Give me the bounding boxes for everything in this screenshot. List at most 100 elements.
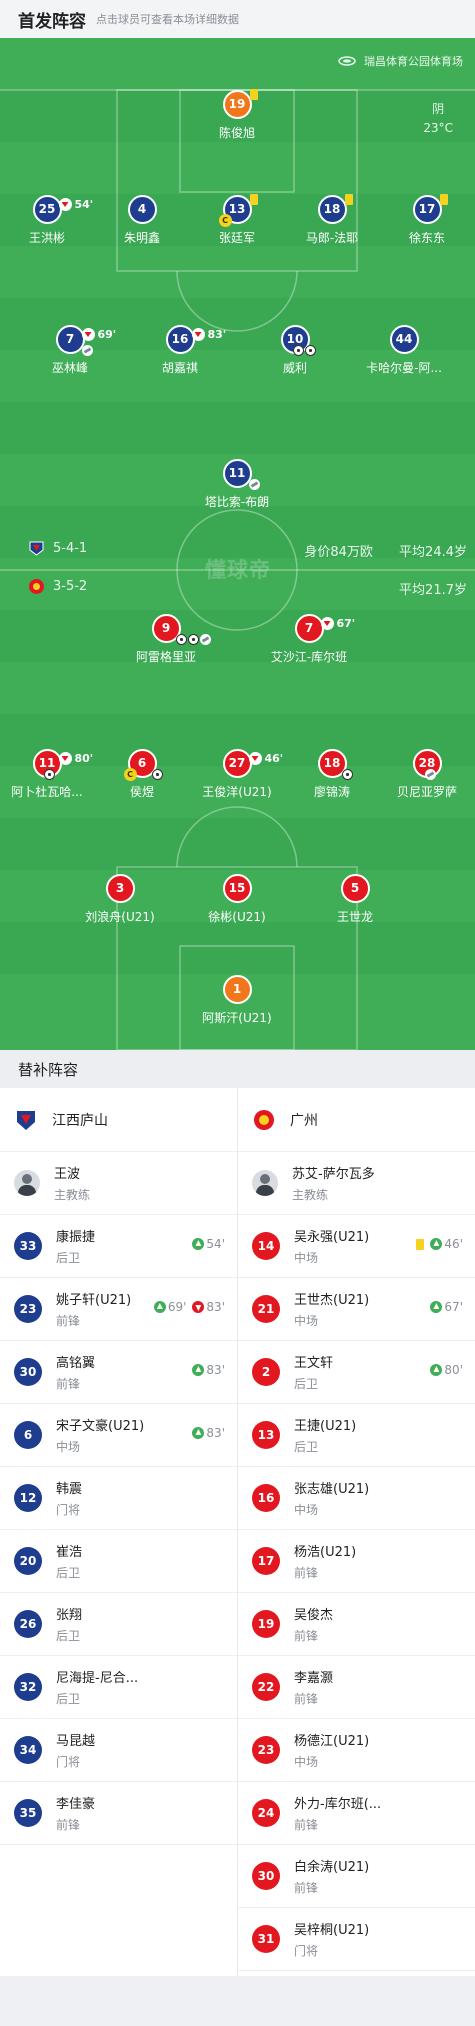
sub-player-row[interactable]: 31 吴梓桐(U21) 门将: [238, 1908, 475, 1971]
shirt-number: 26: [14, 1610, 42, 1638]
player-home-d4[interactable]: 18 马郎-法耶: [282, 194, 382, 246]
player-away-gk[interactable]: 1 阿斯汗(U21): [187, 975, 287, 1026]
team-name: 广州: [290, 1112, 318, 1129]
player-away-d3[interactable]: 5 王世龙: [305, 874, 405, 925]
subs-header: 替补阵容: [0, 1050, 475, 1088]
player-name: 韩震: [56, 1482, 83, 1497]
away-team-badge: [254, 1109, 274, 1130]
player-position: 前锋: [294, 1566, 319, 1580]
player-position: 前锋: [56, 1314, 81, 1328]
home-team-badge: [29, 541, 44, 556]
player-name: 王文轩: [294, 1356, 334, 1371]
player-away-d1[interactable]: 3 刘浪舟(U21): [70, 874, 170, 925]
player-name: 廖锦涛: [313, 785, 350, 799]
home-subs-team[interactable]: 江西庐山: [0, 1088, 237, 1152]
player-position: 中场: [56, 1440, 81, 1454]
sub-out-icon: 83': [191, 322, 226, 347]
shirt-number: 30: [14, 1358, 42, 1386]
sub-player-row[interactable]: 17 杨浩(U21) 前锋: [238, 1530, 475, 1593]
sub-player-row[interactable]: 35 李佳豪 前锋: [0, 1782, 237, 1845]
home-formation-line: 5-4-1: [28, 540, 87, 557]
player-position: 后卫: [294, 1377, 319, 1391]
sub-events: 67': [430, 1300, 463, 1314]
player-name: 杨德江(U21): [294, 1734, 370, 1749]
shirt-number: 19: [252, 1610, 280, 1638]
sub-out-icon: 67': [320, 611, 355, 636]
sub-player-row[interactable]: 12 韩震 门将: [0, 1467, 237, 1530]
sub-player-row[interactable]: 21 王世杰(U21) 中场 67': [238, 1278, 475, 1341]
player-home-gk[interactable]: 19 陈俊旭: [187, 89, 287, 141]
shirt-number: 31: [252, 1925, 280, 1953]
player-away-d2[interactable]: 15 徐彬(U21): [187, 874, 287, 925]
player-away-m4[interactable]: 18 廖锦涛: [282, 749, 382, 800]
player-name: 刘浪舟(U21): [85, 910, 155, 924]
player-away-f2[interactable]: 7 67' 艾沙江-库尔班: [259, 614, 359, 665]
player-position: 中场: [294, 1314, 319, 1328]
shirt-number: 24: [252, 1799, 280, 1827]
coach-role: 主教练: [292, 1188, 329, 1202]
sub-player-row[interactable]: 13 王捷(U21) 后卫: [238, 1404, 475, 1467]
sub-player-row[interactable]: 6 宋子文豪(U21) 中场 83': [0, 1404, 237, 1467]
player-name: 崔浩: [56, 1545, 83, 1560]
shirt-number: 12: [14, 1484, 42, 1512]
player-home-m4[interactable]: 44 卡哈尔曼-阿...: [354, 325, 454, 376]
player-home-f1[interactable]: 11 塔比索-布朗: [187, 459, 287, 510]
sub-player-row[interactable]: 30 白余涛(U21) 前锋: [238, 1845, 475, 1908]
sub-player-row[interactable]: 20 崔浩 后卫: [0, 1530, 237, 1593]
player-home-d2[interactable]: 4 朱明鑫: [92, 195, 192, 246]
sub-player-row[interactable]: 24 外力-库尔班(... 前锋: [238, 1782, 475, 1845]
sub-player-row[interactable]: 23 姚子轩(U21) 前锋 69' 83': [0, 1278, 237, 1341]
page-title: 首发阵容: [18, 11, 86, 32]
away-team-badge: [29, 579, 44, 594]
shirt-number: 13: [252, 1421, 280, 1449]
sub-player-row[interactable]: 16 张志雄(U21) 中场: [238, 1467, 475, 1530]
coach-row[interactable]: 王波 主教练: [0, 1152, 237, 1215]
player-position: 后卫: [56, 1629, 81, 1643]
goal-icon: [341, 769, 353, 780]
player-away-m2[interactable]: 6 C 侯煜: [92, 749, 192, 800]
player-away-f1[interactable]: 9 阿雷格里亚: [116, 614, 216, 665]
player-home-d3[interactable]: 13 C 张廷军: [187, 194, 287, 246]
sub-player-row[interactable]: 2 王文轩 后卫 80': [238, 1341, 475, 1404]
player-away-m1[interactable]: 11 80' 阿卜杜瓦哈...: [0, 749, 97, 800]
sub-out-icon: [192, 1301, 205, 1313]
player-position: 门将: [294, 1944, 319, 1958]
player-home-m1[interactable]: 7 69' 巫林峰: [20, 325, 120, 376]
player-home-m3[interactable]: 10 威利: [245, 325, 345, 376]
shirt-number: 17: [252, 1547, 280, 1575]
player-name: 张翔: [56, 1608, 83, 1623]
sub-player-row[interactable]: 23 杨德江(U21) 中场: [238, 1719, 475, 1782]
sub-in-icon: [430, 1238, 443, 1250]
sub-player-row[interactable]: 32 尼海提-尼合... 后卫: [0, 1656, 237, 1719]
shirt-number: 23: [14, 1295, 42, 1323]
player-name: 王洪彬: [28, 231, 65, 245]
sub-in-icon: [192, 1427, 205, 1439]
player-home-d5[interactable]: 17 徐东东: [377, 194, 475, 246]
player-away-m5[interactable]: 28 贝尼亚罗萨: [377, 749, 475, 800]
player-name: 贝尼亚罗萨: [396, 785, 457, 799]
coach-row[interactable]: 苏艾-萨尔瓦多 主教练: [238, 1152, 475, 1215]
player-name: 吴永强(U21): [294, 1230, 370, 1245]
player-name: 艾沙江-库尔班: [270, 650, 348, 664]
shirt-number: 20: [14, 1547, 42, 1575]
player-away-m3[interactable]: 27 46' 王俊洋(U21): [187, 749, 287, 800]
player-home-m2[interactable]: 16 83' 胡嘉祺: [130, 325, 230, 376]
sub-player-row[interactable]: 14 吴永强(U21) 中场 46': [238, 1215, 475, 1278]
goal-icon: [43, 769, 55, 780]
away-subs-team[interactable]: 广州: [238, 1088, 475, 1152]
player-name: 外力-库尔班(...: [294, 1797, 382, 1812]
sub-player-row[interactable]: 30 高铭翼 前锋 83': [0, 1341, 237, 1404]
player-name: 徐彬(U21): [208, 910, 266, 924]
sub-player-row[interactable]: 26 张翔后卫: [0, 1593, 237, 1656]
player-home-d1[interactable]: 25 54' 王洪彬: [0, 195, 97, 246]
venue: 瑞昌体育公园体育场: [338, 53, 463, 69]
sub-player-row[interactable]: 33 康振捷 后卫 54': [0, 1215, 237, 1278]
captain-icon: C: [218, 214, 232, 227]
yellow-card-icon: [416, 1238, 425, 1250]
sub-player-row[interactable]: 34 马昆越 门将: [0, 1719, 237, 1782]
sub-player-row[interactable]: 22 李嘉灏 前锋: [238, 1656, 475, 1719]
player-name: 阿卜杜瓦哈...: [11, 785, 83, 799]
sub-player-row[interactable]: 19 吴俊杰 前锋: [238, 1593, 475, 1656]
page-subtitle: 点击球员可查看本场详细数据: [96, 13, 239, 26]
goal-icon: [175, 634, 187, 645]
